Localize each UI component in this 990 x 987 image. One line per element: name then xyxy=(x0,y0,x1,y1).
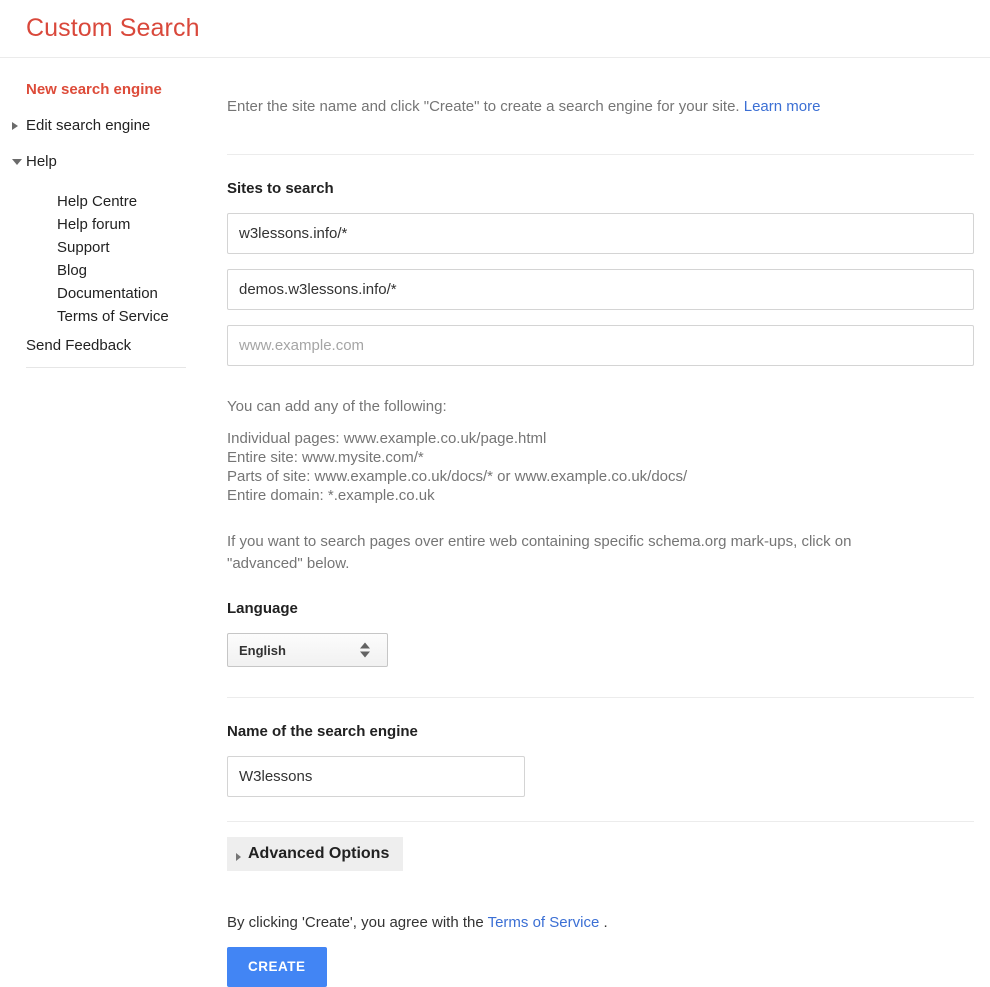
learn-more-link[interactable]: Learn more xyxy=(744,98,821,115)
sidebar-item-documentation[interactable]: Documentation xyxy=(57,282,227,305)
sidebar-divider xyxy=(26,367,186,368)
page-title: Custom Search xyxy=(26,14,200,42)
sidebar-item-help-forum[interactable]: Help forum xyxy=(57,213,227,236)
language-select[interactable]: English xyxy=(227,633,388,667)
site-input-1[interactable] xyxy=(227,213,974,254)
terms-agreement-text: By clicking 'Create', you agree with the… xyxy=(227,915,974,930)
terms-agreement-prefix: By clicking 'Create', you agree with the xyxy=(227,914,484,931)
sites-hint-lead: You can add any of the following: xyxy=(227,398,447,415)
sidebar-item-support[interactable]: Support xyxy=(57,236,227,259)
page-body: New search engine Edit search engine Hel… xyxy=(0,58,990,987)
intro-label: Enter the site name and click "Create" t… xyxy=(227,98,740,115)
sidebar-item-edit-search-engine[interactable]: Edit search engine xyxy=(0,118,227,133)
triangle-right-icon xyxy=(236,853,241,861)
main-content: Enter the site name and click "Create" t… xyxy=(227,58,990,987)
app-header: Custom Search xyxy=(0,0,990,58)
triangle-right-icon xyxy=(12,122,18,130)
sites-hint-individual-pages: Individual pages: www.example.co.uk/page… xyxy=(227,430,547,447)
intro-text: Enter the site name and click "Create" t… xyxy=(227,73,974,139)
sidebar: New search engine Edit search engine Hel… xyxy=(0,58,227,368)
schema-note: If you want to search pages over entire … xyxy=(227,533,852,572)
sites-to-search-title: Sites to search xyxy=(227,180,334,197)
sites-hint-entire-site: Entire site: www.mysite.com/* xyxy=(227,449,424,466)
sidebar-item-label: Help xyxy=(26,153,57,170)
engine-name-title: Name of the search engine xyxy=(227,723,418,740)
sidebar-item-send-feedback[interactable]: Send Feedback xyxy=(0,338,227,353)
sites-hint-entire-domain: Entire domain: *.example.co.uk xyxy=(227,487,435,504)
language-title: Language xyxy=(227,600,298,617)
sidebar-item-label: New search engine xyxy=(26,81,162,98)
site-input-3[interactable] xyxy=(227,325,974,366)
sidebar-item-new-search-engine[interactable]: New search engine xyxy=(0,82,227,97)
advanced-options-toggle[interactable]: Advanced Options xyxy=(227,837,404,871)
language-selected-value: English xyxy=(239,642,286,658)
select-updown-arrows-icon xyxy=(360,642,370,658)
sites-hint-parts-of-site: Parts of site: www.example.co.uk/docs/* … xyxy=(227,468,688,485)
terms-of-service-link[interactable]: Terms of Service xyxy=(488,914,600,931)
sidebar-item-label: Edit search engine xyxy=(26,117,151,134)
site-input-2[interactable] xyxy=(227,269,974,310)
triangle-down-icon xyxy=(12,159,22,165)
advanced-options-label: Advanced Options xyxy=(248,845,390,862)
help-submenu: Help Centre Help forum Support Blog Docu… xyxy=(0,190,227,328)
sidebar-item-help[interactable]: Help xyxy=(0,154,227,169)
sidebar-item-help-centre[interactable]: Help Centre xyxy=(57,190,227,213)
language-section: Language English xyxy=(227,575,974,667)
sidebar-item-blog[interactable]: Blog xyxy=(57,259,227,282)
sites-hint-block: You can add any of the following: Indivi… xyxy=(227,381,974,505)
engine-name-input[interactable] xyxy=(227,756,525,797)
sidebar-item-terms-of-service[interactable]: Terms of Service xyxy=(57,305,227,328)
sites-to-search-section: Sites to search You can add any of the f… xyxy=(227,155,974,575)
create-button[interactable]: CREATE xyxy=(227,947,327,987)
engine-name-section: Name of the search engine xyxy=(227,698,974,797)
terms-agreement-suffix: . xyxy=(603,914,608,931)
